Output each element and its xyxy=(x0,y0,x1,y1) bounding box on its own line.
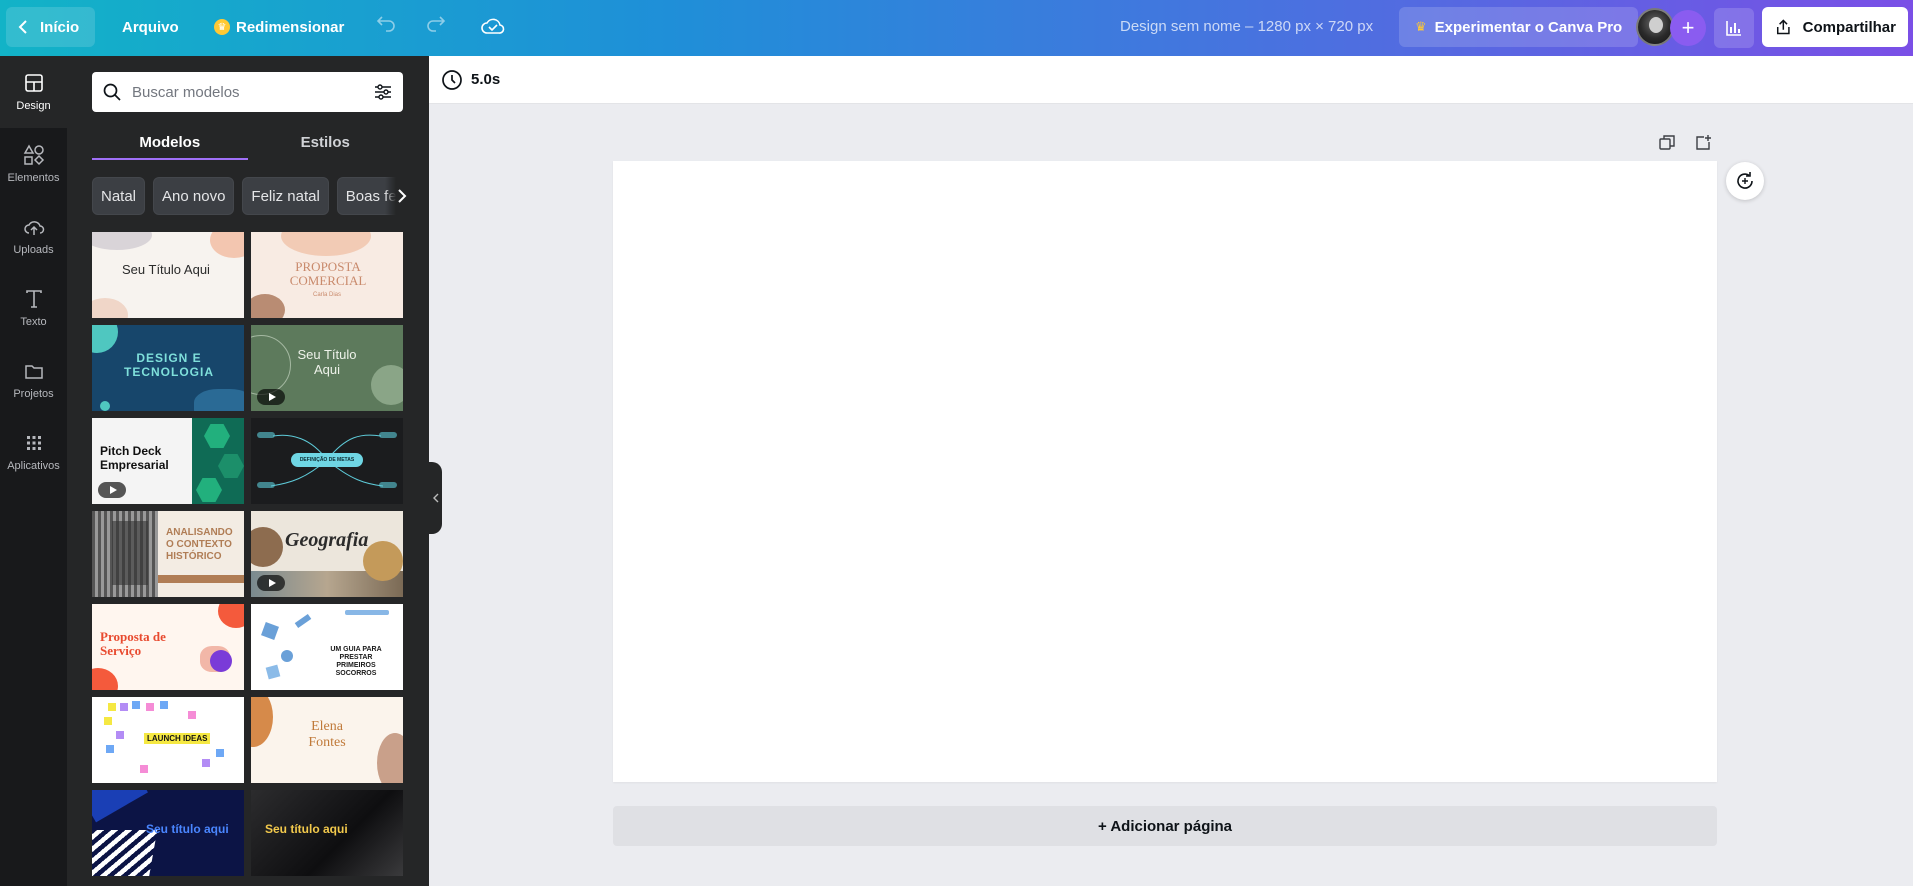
add-collaborator-button[interactable]: + xyxy=(1670,10,1706,46)
shapes-icon xyxy=(23,144,44,166)
top-bar: Início Arquivo ♛ Redimensionar Design se… xyxy=(0,0,1913,56)
regenerate-icon[interactable] xyxy=(1726,162,1764,200)
share-label: Compartilhar xyxy=(1802,18,1896,36)
design-canvas[interactable] xyxy=(613,161,1717,782)
add-page-icon[interactable] xyxy=(1692,132,1714,154)
rail-item-design[interactable]: Design xyxy=(0,56,67,128)
rail-item-elements[interactable]: Elementos xyxy=(0,128,67,200)
crown-coin-icon: ♛ xyxy=(214,19,230,35)
template-card[interactable]: LAUNCH IDEAS xyxy=(92,697,244,783)
add-page-button[interactable]: + Adicionar página xyxy=(613,806,1717,846)
template-title: Seu título aqui xyxy=(146,822,229,836)
try-pro-label: Experimentar o Canva Pro xyxy=(1434,18,1623,36)
rail-item-apps[interactable]: Aplicativos xyxy=(0,416,67,488)
rail-item-text[interactable]: Texto xyxy=(0,272,67,344)
template-card[interactable]: UM GUIA PARA PRESTAR PRIMEIROS SOCORROS xyxy=(251,604,403,690)
folder-icon xyxy=(24,365,43,379)
chevron-left-icon xyxy=(432,493,438,503)
rail-item-label: Aplicativos xyxy=(7,460,60,472)
rail-item-label: Projetos xyxy=(13,388,54,400)
template-card[interactable]: Seu Título Aqui xyxy=(251,325,403,411)
chevron-right-icon[interactable] xyxy=(385,177,407,215)
file-menu-button[interactable]: Arquivo xyxy=(108,7,193,47)
share-upload-icon xyxy=(1776,19,1790,35)
home-label: Início xyxy=(40,18,80,36)
tab-modelos[interactable]: Modelos xyxy=(92,128,248,160)
template-card[interactable]: DESIGN E TECNOLOGIA xyxy=(92,325,244,411)
collapse-panel-button[interactable] xyxy=(429,462,442,534)
template-card[interactable]: Seu Título Aqui xyxy=(92,232,244,318)
text-icon xyxy=(25,290,42,308)
template-title: UM GUIA PARA PRESTAR PRIMEIROS SOCORROS xyxy=(330,646,382,677)
undo-icon[interactable] xyxy=(374,13,398,41)
rail-item-label: Texto xyxy=(20,316,47,328)
template-title: ANALISANDO O CONTEXTO HISTÓRICO xyxy=(166,527,233,562)
rail-item-uploads[interactable]: Uploads xyxy=(0,200,67,272)
crown-icon: ♛ xyxy=(1415,19,1427,34)
avatar[interactable] xyxy=(1636,8,1674,46)
chip-feliz-natal[interactable]: Feliz natal xyxy=(242,177,329,215)
template-title: DEFINIÇÃO DE METAS xyxy=(291,453,363,467)
template-title: Pitch Deck Empresarial xyxy=(100,444,169,472)
apps-grid-icon xyxy=(26,436,41,450)
duration-value: 5.0s xyxy=(471,71,501,88)
design-title[interactable]: Design sem nome – 1280 px × 720 px xyxy=(1120,18,1373,35)
chip-natal[interactable]: Natal xyxy=(92,177,146,215)
cloud-saved-icon[interactable] xyxy=(480,12,506,44)
filter-icon[interactable] xyxy=(373,82,393,102)
panel-tabs: Modelos Estilos xyxy=(92,128,403,160)
tab-estilos[interactable]: Estilos xyxy=(248,128,404,160)
layout-icon xyxy=(24,74,43,92)
template-title: Seu Título Aqui xyxy=(297,347,357,377)
video-play-icon xyxy=(98,482,126,498)
template-card[interactable]: PROPOSTA COMERCIAL Carla Dias xyxy=(251,232,403,318)
rail-item-label: Design xyxy=(16,100,51,112)
template-title: Proposta de Serviço xyxy=(100,629,166,658)
template-title: LAUNCH IDEAS xyxy=(144,733,211,744)
template-title: Geografia xyxy=(285,529,369,551)
duplicate-page-icon[interactable] xyxy=(1656,132,1678,154)
search-icon xyxy=(103,83,121,101)
template-card[interactable]: Proposta de Serviço xyxy=(92,604,244,690)
template-title: Elena Fontes xyxy=(308,719,346,750)
redo-icon[interactable] xyxy=(424,13,448,41)
rail-item-projects[interactable]: Projetos xyxy=(0,344,67,416)
share-button[interactable]: Compartilhar xyxy=(1762,7,1908,47)
rail-item-label: Elementos xyxy=(7,172,60,184)
insights-icon[interactable] xyxy=(1714,8,1754,48)
cloud-upload-icon xyxy=(23,221,44,235)
editor-toolbar: 5.0s xyxy=(429,56,1913,104)
duration-button[interactable]: 5.0s xyxy=(441,69,500,91)
template-card[interactable]: Seu título aqui xyxy=(92,790,244,876)
template-title: PROPOSTA COMERCIAL xyxy=(289,259,367,288)
template-title: Seu título aqui xyxy=(265,822,348,836)
video-play-icon xyxy=(257,575,285,591)
search-box[interactable]: Buscar modelos xyxy=(92,72,403,112)
template-card[interactable]: DEFINIÇÃO DE METAS xyxy=(251,418,403,504)
rail-item-label: Uploads xyxy=(13,244,54,256)
clock-icon xyxy=(442,69,462,90)
templates-panel: Buscar modelos Modelos Estilos Natal Ano… xyxy=(67,56,429,886)
template-card[interactable]: Pitch Deck Empresarial xyxy=(92,418,244,504)
chevron-left-icon xyxy=(18,20,27,34)
chip-ano-novo[interactable]: Ano novo xyxy=(153,177,235,215)
template-card[interactable]: Elena Fontes xyxy=(251,697,403,783)
template-title: DESIGN E TECNOLOGIA xyxy=(124,351,214,379)
template-card[interactable]: Geografia xyxy=(251,511,403,597)
template-card[interactable]: ANALISANDO O CONTEXTO HISTÓRICO xyxy=(92,511,244,597)
template-card[interactable]: Seu título aqui xyxy=(251,790,403,876)
resize-button[interactable]: ♛ Redimensionar xyxy=(200,7,358,47)
resize-label: Redimensionar xyxy=(236,18,345,36)
template-subtitle: Carla Dias xyxy=(313,292,342,298)
template-title: Seu Título Aqui xyxy=(122,262,210,277)
left-rail: Design Elementos Uploads Texto Projetos … xyxy=(0,56,67,886)
home-button[interactable]: Início xyxy=(6,7,96,47)
try-pro-button[interactable]: ♛ Experimentar o Canva Pro xyxy=(1399,7,1639,47)
category-chips: Natal Ano novo Feliz natal Boas festas xyxy=(92,177,403,215)
search-input[interactable]: Buscar modelos xyxy=(132,84,373,101)
video-play-icon xyxy=(257,389,285,405)
